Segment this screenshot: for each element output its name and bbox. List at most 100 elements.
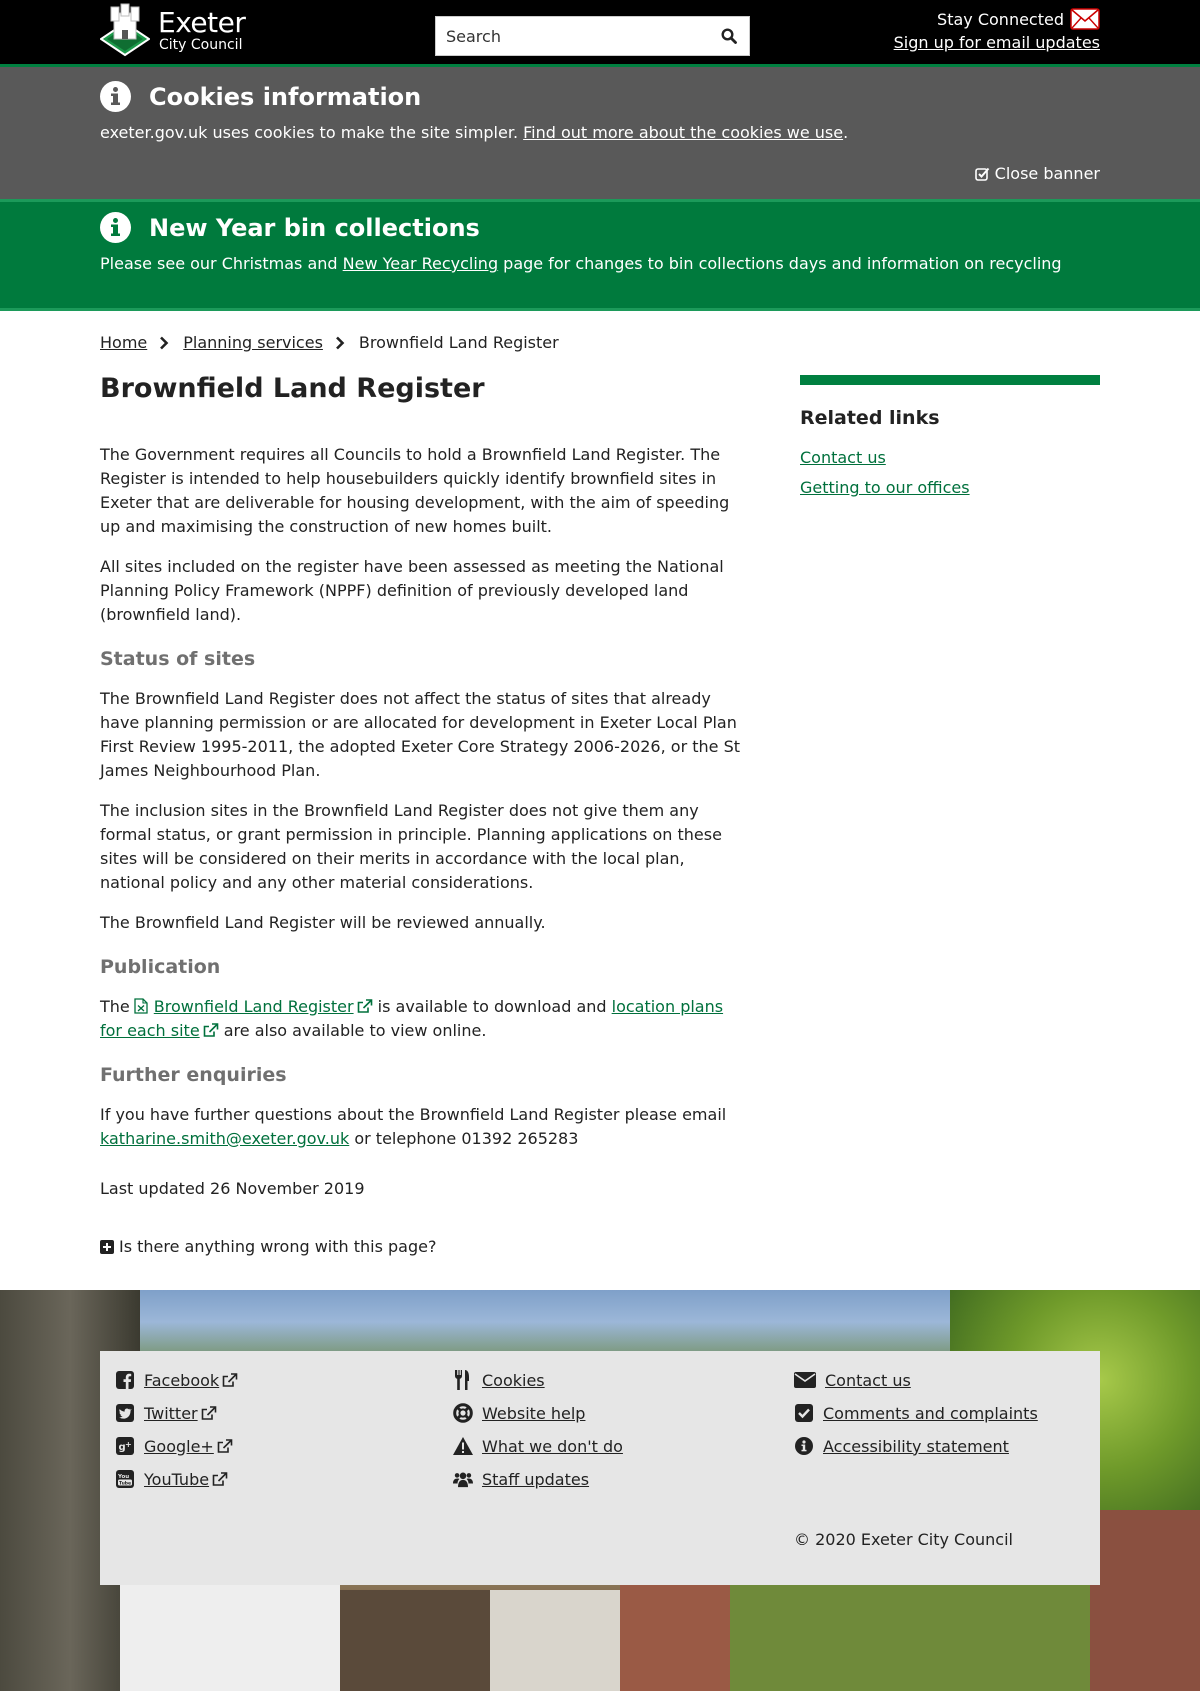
breadcrumb: Home Planning services Brownfield Land R… — [100, 333, 559, 352]
bin-collections-banner: New Year bin collections Please see our … — [0, 199, 1200, 311]
close-banner-label: Close banner — [994, 164, 1100, 183]
cutlery-icon — [453, 1370, 473, 1390]
what-we-dont-do-link[interactable]: What we don't do — [482, 1437, 623, 1456]
enquiries-text-after: or telephone 01392 265283 — [349, 1128, 579, 1148]
website-help-link[interactable]: Website help — [482, 1404, 585, 1423]
google-plus-icon: g + — [115, 1436, 135, 1456]
external-link-icon — [222, 1372, 238, 1387]
stay-connected: Stay Connected Sign up for email updates — [894, 8, 1100, 52]
status-heading: Status of sites — [100, 648, 256, 671]
facebook-label: Facebook — [144, 1370, 220, 1390]
publication-heading: Publication — [100, 956, 221, 979]
breadcrumb-planning-services[interactable]: Planning services — [183, 333, 323, 352]
logo-line1: Exeter — [158, 5, 246, 39]
new-year-recycling-link[interactable]: New Year Recycling — [343, 254, 498, 273]
exeter-logo[interactable]: Exeter City Council — [99, 3, 260, 57]
youtube-link[interactable]: YouTube — [144, 1470, 228, 1489]
related-link-getting-to-offices[interactable]: Getting to our offices — [800, 478, 970, 497]
youtube-label: YouTube — [144, 1469, 210, 1489]
accessibility-statement-link[interactable]: Accessibility statement — [823, 1437, 1009, 1456]
search-button[interactable] — [709, 17, 749, 55]
external-link-icon — [217, 1438, 233, 1453]
site-header: Exeter City Council Stay Connected Sign … — [0, 0, 1200, 64]
status-paragraph-2: The inclusion sites in the Brownfield La… — [100, 801, 722, 893]
related-links-heading: Related links — [800, 407, 940, 429]
council-crest-icon — [99, 3, 151, 57]
envelope-icon — [794, 1370, 816, 1390]
svg-text:You: You — [117, 1474, 129, 1480]
info-icon — [100, 81, 131, 112]
comments-complaints-link[interactable]: Comments and complaints — [823, 1404, 1038, 1423]
close-banner-button[interactable]: Close banner — [974, 164, 1100, 183]
sidebar-accent-bar — [800, 375, 1100, 385]
googleplus-link[interactable]: Google+ — [144, 1437, 233, 1456]
logo-wordmark: Exeter City Council — [158, 5, 246, 53]
warning-icon — [453, 1436, 473, 1456]
footer-item-youtube: You Tube YouTube — [115, 1468, 238, 1490]
brownfield-register-download-link[interactable]: Brownfield Land Register — [154, 997, 373, 1016]
twitter-icon — [115, 1403, 135, 1423]
main-content: Brownfield Land Register The Government … — [100, 373, 750, 1201]
footer-site-column: Cookies Website help What we don't do St… — [453, 1369, 623, 1501]
chevron-right-icon — [335, 336, 345, 350]
external-link-icon — [203, 1023, 218, 1037]
contact-email-link[interactable]: katharine.smith@exeter.gov.uk — [100, 1129, 349, 1148]
cookies-link[interactable]: Cookies — [482, 1371, 545, 1390]
external-link-icon — [212, 1471, 228, 1486]
footer-contact-us-link[interactable]: Contact us — [825, 1371, 911, 1390]
report-problem-toggle[interactable]: Is there anything wrong with this page? — [100, 1237, 436, 1256]
cookie-text-after: . — [843, 123, 849, 142]
search-icon — [721, 28, 737, 44]
footer-item-contact-us: Contact us — [794, 1369, 1038, 1391]
facebook-icon — [115, 1370, 135, 1390]
staff-updates-link[interactable]: Staff updates — [482, 1470, 589, 1489]
search-input[interactable] — [436, 17, 709, 55]
cookie-banner-title: Cookies information — [149, 82, 422, 111]
cookie-info-link[interactable]: Find out more about the cookies we use — [523, 123, 843, 142]
copyright-notice: © 2020 Exeter City Council — [794, 1530, 1013, 1549]
intro-paragraph-1: The Government requires all Councils to … — [100, 445, 730, 537]
check-square-icon — [974, 167, 989, 181]
svg-text:+: + — [125, 1440, 132, 1449]
breadcrumb-home[interactable]: Home — [100, 333, 147, 352]
related-link-contact-us[interactable]: Contact us — [800, 448, 886, 467]
status-paragraph-1: The Brownfield Land Register does not af… — [100, 689, 740, 781]
footer-contact-column: Contact us Comments and complaints Acces… — [794, 1369, 1038, 1468]
external-link-icon — [357, 999, 372, 1013]
status-paragraph-3: The Brownfield Land Register will be rev… — [100, 913, 546, 933]
last-updated: Last updated 26 November 2019 — [100, 1178, 365, 1198]
footer-links-panel: Facebook Twitter g + Google+ You Tube YouT… — [100, 1351, 1100, 1585]
info-icon — [100, 212, 131, 243]
external-link-icon — [201, 1405, 216, 1420]
logo-line2: City Council — [159, 36, 243, 53]
list-item: Getting to our offices — [800, 478, 1100, 497]
footer-item-staff-updates: Staff updates — [453, 1468, 623, 1490]
twitter-label: Twitter — [144, 1403, 198, 1423]
publication-text-mid: is available to download and — [372, 996, 612, 1016]
report-problem-label: Is there anything wrong with this page? — [119, 1237, 437, 1256]
bin-text-after: page for changes to bin collections days… — [498, 254, 1062, 273]
twitter-link[interactable]: Twitter — [144, 1404, 217, 1423]
publication-text-the: The — [100, 996, 130, 1016]
footer-item-googleplus: g + Google+ — [115, 1435, 238, 1457]
info-circle-icon — [794, 1436, 814, 1456]
enquiries-paragraph: If you have further questions about the … — [100, 1103, 750, 1151]
facebook-link[interactable]: Facebook — [144, 1371, 238, 1390]
footer-item-twitter: Twitter — [115, 1402, 238, 1424]
enquiries-text-before: If you have further questions about the … — [100, 1104, 727, 1124]
footer-item-comments-complaints: Comments and complaints — [794, 1402, 1038, 1424]
publication-text-end: are also available to view online. — [218, 1020, 487, 1040]
breadcrumb-current: Brownfield Land Register — [358, 333, 559, 352]
excel-file-icon — [134, 998, 148, 1014]
related-links-sidebar: Related links Contact us Getting to our … — [800, 375, 1100, 508]
footer-item-what-we-dont-do: What we don't do — [453, 1435, 623, 1457]
googleplus-label: Google+ — [144, 1436, 214, 1456]
footer-item-facebook: Facebook — [115, 1369, 238, 1391]
cookie-banner: Cookies information exeter.gov.uk uses c… — [0, 64, 1200, 199]
svg-text:Tube: Tube — [119, 1480, 131, 1486]
cookie-text-before: exeter.gov.uk uses cookies to make the s… — [100, 123, 524, 142]
site-search — [435, 16, 750, 56]
cookie-banner-title-row: Cookies information — [100, 81, 421, 112]
email-updates-link[interactable]: Sign up for email updates — [894, 33, 1100, 52]
users-icon — [453, 1469, 473, 1489]
